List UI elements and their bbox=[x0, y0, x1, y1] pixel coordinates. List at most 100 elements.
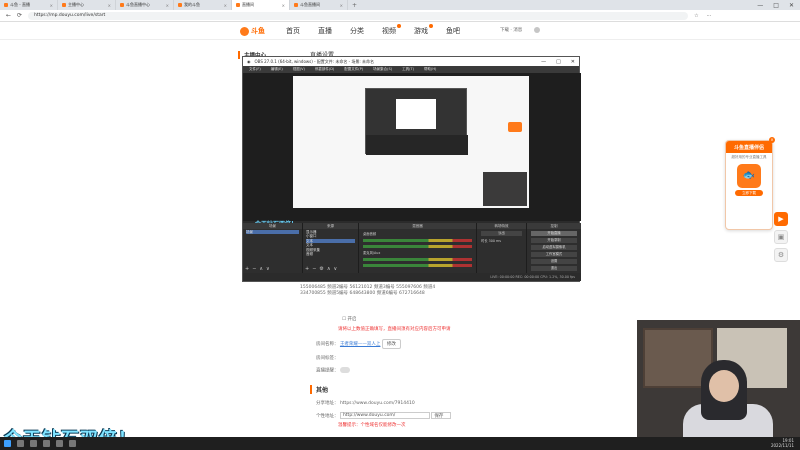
obs-icon[interactable] bbox=[69, 440, 76, 447]
browser-tab[interactable]: 直播间 × bbox=[232, 0, 290, 10]
control-button[interactable]: 工作室模式 bbox=[531, 252, 577, 257]
promo-download-button[interactable]: 立即下载 bbox=[735, 189, 763, 196]
obs-logo-icon: ◉ bbox=[247, 59, 251, 64]
douyu-logo[interactable]: 斗鱼 bbox=[240, 25, 274, 37]
nested-obs-preview bbox=[365, 88, 468, 155]
nav-video[interactable]: 视频 bbox=[382, 24, 401, 36]
badge-dot bbox=[397, 24, 401, 28]
settings-icon[interactable]: ⚙ bbox=[774, 248, 788, 262]
other-section-title: 其他 bbox=[310, 385, 328, 394]
obs-menu-item[interactable]: 场景集合(S) bbox=[373, 67, 392, 72]
source-controls[interactable]: +−⚙∧∨ bbox=[305, 266, 340, 272]
nav-live[interactable]: 直播 bbox=[318, 26, 332, 36]
volume-meter[interactable] bbox=[363, 264, 472, 267]
transition-select[interactable]: 淡出 bbox=[481, 231, 522, 236]
user-links[interactable]: 下载 · 消息 bbox=[500, 27, 522, 33]
minimize-icon[interactable]: — bbox=[541, 59, 546, 65]
control-button[interactable]: 退出 bbox=[531, 266, 577, 271]
avatar[interactable] bbox=[534, 27, 541, 33]
custom-url-row: 个性地址： http://www.douyu.com/ 保存 bbox=[316, 412, 452, 419]
obs-menu-item[interactable]: 帮助(H) bbox=[424, 67, 436, 72]
browser-tab[interactable]: 我的斗鱼 × bbox=[174, 0, 232, 10]
obs-menu-item[interactable]: 视图(V) bbox=[293, 67, 305, 72]
close-tab-icon[interactable]: × bbox=[166, 3, 169, 8]
obs-preview[interactable]: 今天钻石双倍！ bbox=[243, 73, 581, 228]
close-tab-icon[interactable]: × bbox=[224, 3, 227, 8]
user-area: 下载 · 消息 bbox=[500, 27, 541, 33]
obs-menu-item[interactable]: 工具(T) bbox=[402, 67, 414, 72]
windows-icon[interactable] bbox=[4, 440, 11, 447]
volume-meter[interactable] bbox=[363, 245, 472, 248]
browser-tab[interactable]: 斗鱼直播中心 × bbox=[116, 0, 174, 10]
custom-url-input[interactable]: http://www.douyu.com/ bbox=[339, 412, 430, 419]
url-input[interactable]: https://mp.douyu.com/live/start bbox=[28, 11, 689, 20]
refresh-icon[interactable]: ⟳ bbox=[17, 12, 22, 19]
mixer-title: 混音器 bbox=[359, 223, 476, 229]
favicon-icon bbox=[178, 3, 182, 7]
browser-tab[interactable]: 斗鱼直播间 × bbox=[290, 0, 348, 10]
scene-controls[interactable]: +−∧∨ bbox=[245, 266, 273, 272]
close-tab-icon[interactable]: × bbox=[50, 3, 53, 8]
control-button[interactable]: 设置 bbox=[531, 259, 577, 264]
address-bar: ← ⟳ https://mp.douyu.com/live/start ☆ ⋯ bbox=[0, 10, 800, 22]
open-checkbox[interactable]: ☐ 开启 bbox=[342, 316, 356, 322]
search-icon[interactable] bbox=[17, 440, 24, 447]
obs-menu-item[interactable]: 停靠部件(D) bbox=[315, 67, 334, 72]
browser-icon[interactable] bbox=[43, 440, 50, 447]
nav-game[interactable]: 游戏 bbox=[414, 24, 433, 36]
obs-menu-item[interactable]: 配置文件(P) bbox=[344, 67, 363, 72]
screen: 斗鱼 - 直播 × 主播中心 × 斗鱼直播中心 × 我的斗鱼 × 直播间 × 斗鱼直播间 × + — □ ✕ … bbox=[0, 0, 800, 450]
control-button[interactable]: 开始录制 bbox=[531, 238, 577, 243]
nav-yuba[interactable]: 鱼吧 bbox=[446, 26, 460, 36]
browser-tabbar: 斗鱼 - 直播 × 主播中心 × 斗鱼直播中心 × 我的斗鱼 × 直播间 × 斗鱼直播间 × + — □ ✕ bbox=[0, 0, 800, 10]
new-tab-icon[interactable]: + bbox=[348, 2, 361, 9]
share-url[interactable]: https://www.douyu.com/7914410 bbox=[340, 401, 415, 406]
taskview-icon[interactable] bbox=[30, 440, 37, 447]
close-tab-icon[interactable]: × bbox=[108, 3, 111, 8]
volume-meter[interactable] bbox=[363, 258, 472, 261]
scene-item[interactable]: 场景 bbox=[246, 230, 299, 235]
menu-icon[interactable]: ⋯ bbox=[707, 13, 712, 19]
duration-input[interactable]: 300 ms bbox=[489, 239, 501, 243]
control-button[interactable]: 开始直播 bbox=[531, 231, 577, 236]
obs-menu-item[interactable]: 编辑(E) bbox=[271, 67, 283, 72]
nav-home[interactable]: 首页 bbox=[286, 26, 300, 36]
source-item[interactable]: 音频 bbox=[306, 252, 355, 256]
tab-label: 主播中心 bbox=[68, 2, 84, 7]
volume-meter[interactable] bbox=[363, 239, 472, 242]
close-tab-icon[interactable]: × bbox=[340, 3, 343, 8]
maximize-icon[interactable]: □ bbox=[556, 59, 561, 65]
close-tab-icon[interactable]: × bbox=[282, 3, 285, 8]
controls-title: 控制 bbox=[527, 223, 581, 229]
tab-label: 直播间 bbox=[242, 2, 254, 7]
favicon-icon bbox=[294, 3, 298, 7]
obs-titlebar: ◉ OBS 27.0.1 (64-bit, windows) - 配置文件: 未… bbox=[243, 57, 579, 66]
obs-title: OBS 27.0.1 (64-bit, windows) - 配置文件: 未命名… bbox=[254, 58, 375, 64]
clock-date: 2022/11/11 bbox=[770, 442, 794, 448]
favorite-icon[interactable]: ☆ bbox=[694, 13, 698, 19]
control-button[interactable]: 启动虚拟摄像机 bbox=[531, 245, 577, 250]
modify-button[interactable]: 修改 bbox=[381, 339, 401, 349]
favicon-icon bbox=[120, 3, 124, 7]
folder-icon[interactable] bbox=[56, 440, 63, 447]
play-icon[interactable]: ▶ bbox=[774, 212, 788, 226]
custom-save-select[interactable]: 保存 bbox=[431, 412, 452, 419]
room-name-link[interactable]: 王者荣耀——双人上 bbox=[340, 342, 381, 347]
close-icon[interactable]: ✕ bbox=[571, 59, 575, 65]
close-icon[interactable]: ✕ bbox=[789, 2, 794, 9]
reminder-toggle[interactable] bbox=[339, 367, 350, 373]
maximize-icon[interactable]: □ bbox=[773, 2, 779, 9]
room-name-row: 房间名称： 王者荣耀——双人上 修改 bbox=[316, 339, 401, 349]
close-icon[interactable]: × bbox=[769, 137, 775, 143]
browser-tab[interactable]: 主播中心 × bbox=[58, 0, 116, 10]
back-icon[interactable]: ← bbox=[6, 12, 11, 19]
minimize-icon[interactable]: — bbox=[757, 2, 763, 9]
favicon-icon bbox=[62, 3, 66, 7]
clock[interactable]: 19:01 2022/11/11 bbox=[770, 438, 800, 448]
mixer-dock: 混音器 桌面音频 麦克风/Aux bbox=[359, 223, 477, 273]
gift-icon[interactable]: ▣ bbox=[774, 230, 788, 244]
browser-tab[interactable]: 斗鱼 - 直播 × bbox=[0, 0, 58, 10]
tab-label: 斗鱼直播中心 bbox=[126, 2, 150, 7]
nav-category[interactable]: 分类 bbox=[350, 26, 364, 36]
obs-menu-item[interactable]: 文件(F) bbox=[249, 67, 261, 72]
